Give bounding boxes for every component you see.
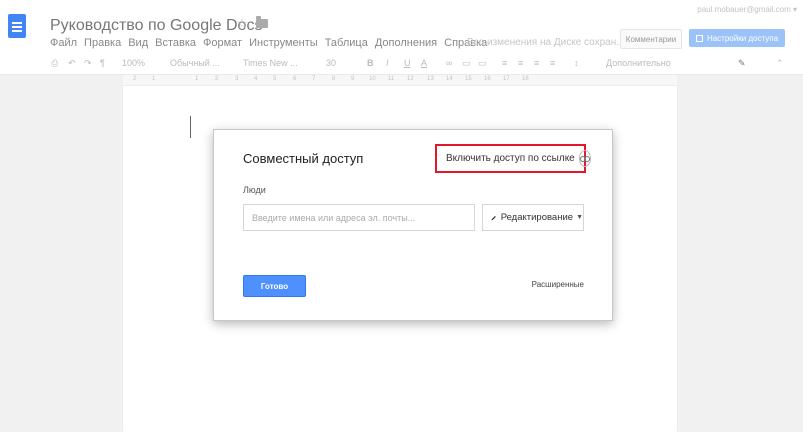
undo-icon[interactable]: ↶: [68, 58, 76, 69]
chevron-down-icon: ▼: [576, 214, 583, 221]
menu-tools[interactable]: Инструменты: [249, 37, 318, 49]
ruler-mark: 15: [465, 76, 472, 82]
folder-icon[interactable]: [256, 16, 268, 28]
font-size-select[interactable]: 30: [326, 58, 336, 68]
link-icon: [578, 150, 591, 167]
collapse-icon[interactable]: ⌃: [776, 58, 784, 69]
image-icon[interactable]: ▭: [478, 58, 487, 69]
line-spacing-icon[interactable]: ↕: [574, 58, 579, 68]
ruler-mark: 5: [273, 76, 277, 82]
zoom-select[interactable]: 100%: [122, 58, 145, 68]
ruler-mark: 16: [484, 76, 491, 82]
link-sharing-toggle[interactable]: Включить доступ по ссылке: [435, 144, 591, 173]
share-button-label: Настройки доступа: [706, 33, 779, 43]
formatting-toolbar: ⎙ ↶ ↷ ¶ 100% Обычный ... Times New ... 3…: [0, 52, 803, 75]
permission-select[interactable]: Редактирование ▼: [482, 204, 584, 231]
align-left-icon[interactable]: ≡: [502, 58, 507, 68]
save-status[interactable]: Все изменения на Диске сохран...: [467, 37, 625, 48]
ruler-mark: 2: [215, 76, 219, 82]
link-sharing-label: Включить доступ по ссылке: [446, 153, 575, 164]
italic-icon[interactable]: I: [386, 58, 389, 68]
document-title[interactable]: Руководство по Google Docs: [50, 17, 262, 35]
people-label: Люди: [243, 185, 266, 195]
people-input[interactable]: Введите имена или адреса эл. почты...: [243, 204, 475, 231]
star-icon[interactable]: ☆: [236, 15, 249, 32]
ruler[interactable]: 2 1 1 2 3 4 5 6 7 8 9 10 11 12 13 14 15 …: [123, 75, 677, 85]
ruler-mark: 13: [427, 76, 434, 82]
redo-icon[interactable]: ↷: [84, 58, 92, 69]
underline-icon[interactable]: U: [404, 58, 411, 68]
text-color-icon[interactable]: A: [421, 58, 427, 68]
text-cursor: [190, 116, 191, 138]
menu-insert[interactable]: Вставка: [155, 37, 196, 49]
menu-view[interactable]: Вид: [128, 37, 148, 49]
account-email[interactable]: paul.mobauer@gmail.com ▾: [697, 5, 797, 14]
docs-icon[interactable]: [8, 14, 26, 38]
paint-format-icon[interactable]: ¶: [100, 58, 105, 68]
align-center-icon[interactable]: ≡: [518, 58, 523, 68]
pencil-mode-icon[interactable]: ✎: [738, 58, 746, 69]
ruler-mark: 9: [351, 76, 355, 82]
done-button[interactable]: Готово: [243, 275, 306, 297]
more-select[interactable]: Дополнительно: [606, 58, 671, 68]
ruler-mark: 2: [133, 76, 137, 82]
print-icon[interactable]: ⎙: [51, 58, 58, 69]
comments-button[interactable]: Комментарии: [620, 29, 682, 49]
menu-addons[interactable]: Дополнения: [375, 37, 437, 49]
menu-file[interactable]: Файл: [50, 37, 77, 49]
lock-icon: [695, 34, 703, 42]
ruler-mark: 3: [235, 76, 239, 82]
ruler-mark: 18: [522, 76, 529, 82]
ruler-mark: 10: [369, 76, 376, 82]
menu-format[interactable]: Формат: [203, 37, 242, 49]
menu-edit[interactable]: Правка: [84, 37, 121, 49]
menu-bar: Файл Правка Вид Вставка Формат Инструмен…: [50, 37, 494, 49]
docs-header: Руководство по Google Docs ☆ Файл Правка…: [0, 0, 803, 52]
permission-label: Редактирование: [500, 212, 574, 223]
ruler-mark: 12: [407, 76, 414, 82]
ruler-mark: 11: [388, 76, 395, 82]
ruler-mark: 17: [503, 76, 510, 82]
ruler-mark: 1: [195, 76, 199, 82]
share-dialog: Совместный доступ Включить доступ по ссы…: [213, 129, 613, 321]
align-justify-icon[interactable]: ≡: [550, 58, 555, 68]
ruler-mark: 4: [254, 76, 258, 82]
align-right-icon[interactable]: ≡: [534, 58, 539, 68]
ruler-mark: 8: [332, 76, 336, 82]
ruler-mark: 1: [152, 76, 156, 82]
ruler-mark: 14: [446, 76, 453, 82]
advanced-link[interactable]: Расширенные: [532, 280, 584, 289]
link-icon[interactable]: ∞: [446, 58, 452, 68]
dialog-title: Совместный доступ: [243, 151, 364, 166]
menu-table[interactable]: Таблица: [325, 37, 368, 49]
font-select[interactable]: Times New ...: [243, 58, 298, 68]
pencil-icon: [491, 215, 496, 220]
style-select[interactable]: Обычный ...: [170, 58, 220, 68]
share-button[interactable]: Настройки доступа: [689, 29, 785, 47]
comment-icon[interactable]: ▭: [462, 58, 471, 69]
ruler-mark: 6: [293, 76, 297, 82]
ruler-mark: 7: [312, 76, 316, 82]
bold-icon[interactable]: B: [367, 58, 374, 68]
